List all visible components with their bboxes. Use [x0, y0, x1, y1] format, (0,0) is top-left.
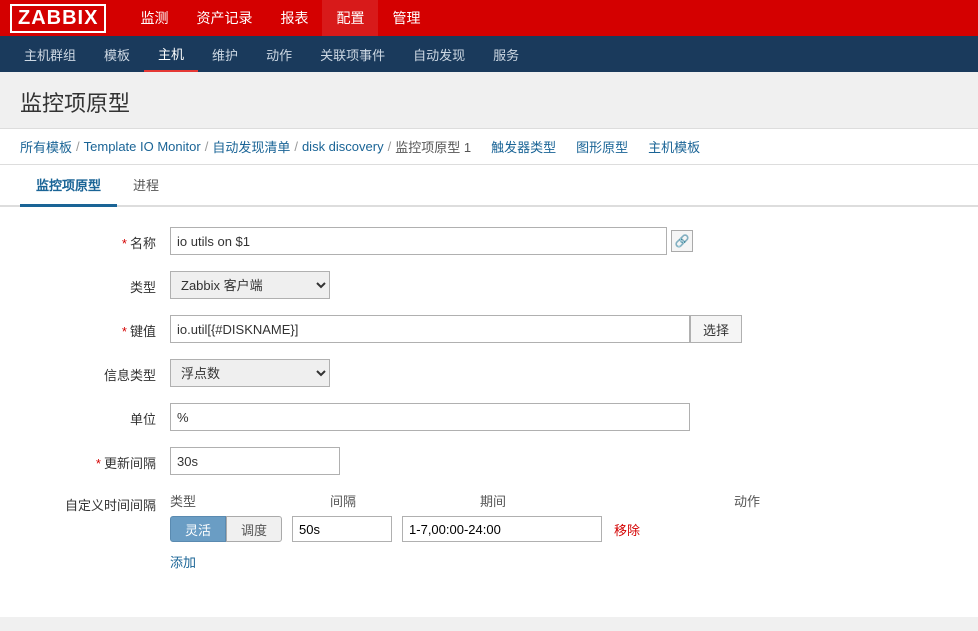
- period-value-input[interactable]: [402, 516, 602, 542]
- breadcrumb-host-template[interactable]: 主机模板: [648, 137, 700, 156]
- breadcrumb-discovery[interactable]: 自动发现清单: [212, 137, 290, 156]
- interval-type-toggle: 灵活 调度: [170, 516, 282, 542]
- tab-item-progress[interactable]: 进程: [117, 165, 175, 207]
- remove-link[interactable]: 移除: [606, 520, 640, 539]
- breadcrumb-template-name[interactable]: Template IO Monitor: [84, 139, 201, 154]
- logo[interactable]: ZABBIX: [10, 4, 106, 33]
- name-key-icon[interactable]: 🔗: [671, 230, 693, 252]
- breadcrumb: 所有模板 / Template IO Monitor / 自动发现清单 / di…: [0, 129, 978, 165]
- page-title: 监控项原型: [20, 86, 958, 118]
- tab-item-prototype[interactable]: 监控项原型: [20, 165, 117, 207]
- breadcrumb-current: 监控项原型 1: [395, 137, 471, 156]
- form-row-key: *键值 选择: [40, 315, 938, 343]
- key-select-button[interactable]: 选择: [690, 315, 742, 343]
- type-label: 类型: [40, 271, 170, 296]
- name-required-star: *: [122, 236, 127, 251]
- interval-header-action: 动作: [700, 491, 760, 510]
- nav-item-assets[interactable]: 资产记录: [182, 0, 266, 36]
- form-row-info-type: 信息类型 浮点数 字符 日志 数值(无符号) 文本: [40, 359, 938, 387]
- nav-item-reports[interactable]: 报表: [266, 0, 322, 36]
- nav-hosts[interactable]: 主机: [144, 36, 198, 72]
- unit-input[interactable]: [170, 403, 690, 431]
- breadcrumb-disk-discovery[interactable]: disk discovery: [302, 139, 384, 154]
- add-interval-link[interactable]: 添加: [170, 552, 196, 571]
- breadcrumb-all-templates[interactable]: 所有模板: [20, 137, 72, 156]
- breadcrumb-sep4: /: [388, 139, 392, 154]
- page-title-bar: 监控项原型: [0, 72, 978, 129]
- nav-services[interactable]: 服务: [479, 36, 533, 72]
- form-row-unit: 单位: [40, 403, 938, 431]
- add-link-wrapper: 添加: [170, 548, 760, 571]
- nav-maintenance[interactable]: 维护: [198, 36, 252, 72]
- breadcrumb-graph-type[interactable]: 图形原型: [576, 137, 628, 156]
- info-type-select[interactable]: 浮点数 字符 日志 数值(无符号) 文本: [170, 359, 330, 387]
- interval-header: 类型 间隔 期间 动作: [170, 491, 760, 510]
- second-navbar: 主机群组 模板 主机 维护 动作 关联项事件 自动发现 服务: [0, 36, 978, 72]
- key-label: *键值: [40, 315, 170, 340]
- form-row-update: *更新间隔: [40, 447, 938, 475]
- update-input[interactable]: [170, 447, 340, 475]
- nav-actions[interactable]: 动作: [252, 36, 306, 72]
- interval-header-type: 类型: [170, 491, 330, 510]
- key-input[interactable]: [170, 315, 690, 343]
- nav-item-monitor[interactable]: 监测: [126, 0, 182, 36]
- breadcrumb-trigger-type[interactable]: 触发器类型: [491, 137, 556, 156]
- interval-header-interval: 间隔: [330, 491, 480, 510]
- info-type-label: 信息类型: [40, 359, 170, 384]
- name-field-wrapper: 🔗: [170, 227, 693, 255]
- nav-item-config[interactable]: 配置: [322, 0, 378, 36]
- nav-corr-events[interactable]: 关联项事件: [306, 36, 399, 72]
- key-input-wrapper: 选择: [170, 315, 742, 343]
- form-row-custom-interval: 自定义时间间隔 类型 间隔 期间 动作 灵活 调度 移除 添: [40, 491, 938, 571]
- key-required-star: *: [122, 324, 127, 339]
- unit-label: 单位: [40, 403, 170, 428]
- type-select[interactable]: Zabbix 客户端 SNMP v1 SNMP v2 简单检查: [170, 271, 330, 299]
- top-navbar: ZABBIX 监测 资产记录 报表 配置 管理: [0, 0, 978, 36]
- form-area: *名称 🔗 类型 Zabbix 客户端 SNMP v1 SNMP v2 简单检查…: [0, 207, 978, 617]
- interval-value-input[interactable]: [292, 516, 392, 542]
- breadcrumb-sep1: /: [76, 139, 80, 154]
- nav-item-admin[interactable]: 管理: [378, 0, 434, 36]
- custom-interval-label: 自定义时间间隔: [40, 491, 170, 514]
- tab-bar: 监控项原型 进程: [0, 165, 978, 207]
- update-required-star: *: [96, 456, 101, 471]
- name-label: *名称: [40, 227, 170, 252]
- toggle-flexible[interactable]: 灵活: [170, 516, 226, 542]
- top-nav-items: 监测 资产记录 报表 配置 管理: [126, 0, 434, 36]
- nav-discovery[interactable]: 自动发现: [399, 36, 479, 72]
- breadcrumb-sep2: /: [205, 139, 209, 154]
- custom-interval-content: 类型 间隔 期间 动作 灵活 调度 移除 添加: [170, 491, 760, 571]
- update-label: *更新间隔: [40, 447, 170, 472]
- interval-row: 灵活 调度 移除: [170, 516, 760, 542]
- form-row-type: 类型 Zabbix 客户端 SNMP v1 SNMP v2 简单检查: [40, 271, 938, 299]
- toggle-schedule[interactable]: 调度: [226, 516, 282, 542]
- name-input[interactable]: [170, 227, 667, 255]
- nav-templates[interactable]: 模板: [90, 36, 144, 72]
- interval-header-period: 期间: [480, 491, 700, 510]
- nav-host-groups[interactable]: 主机群组: [10, 36, 90, 72]
- breadcrumb-sep3: /: [294, 139, 298, 154]
- form-row-name: *名称 🔗: [40, 227, 938, 255]
